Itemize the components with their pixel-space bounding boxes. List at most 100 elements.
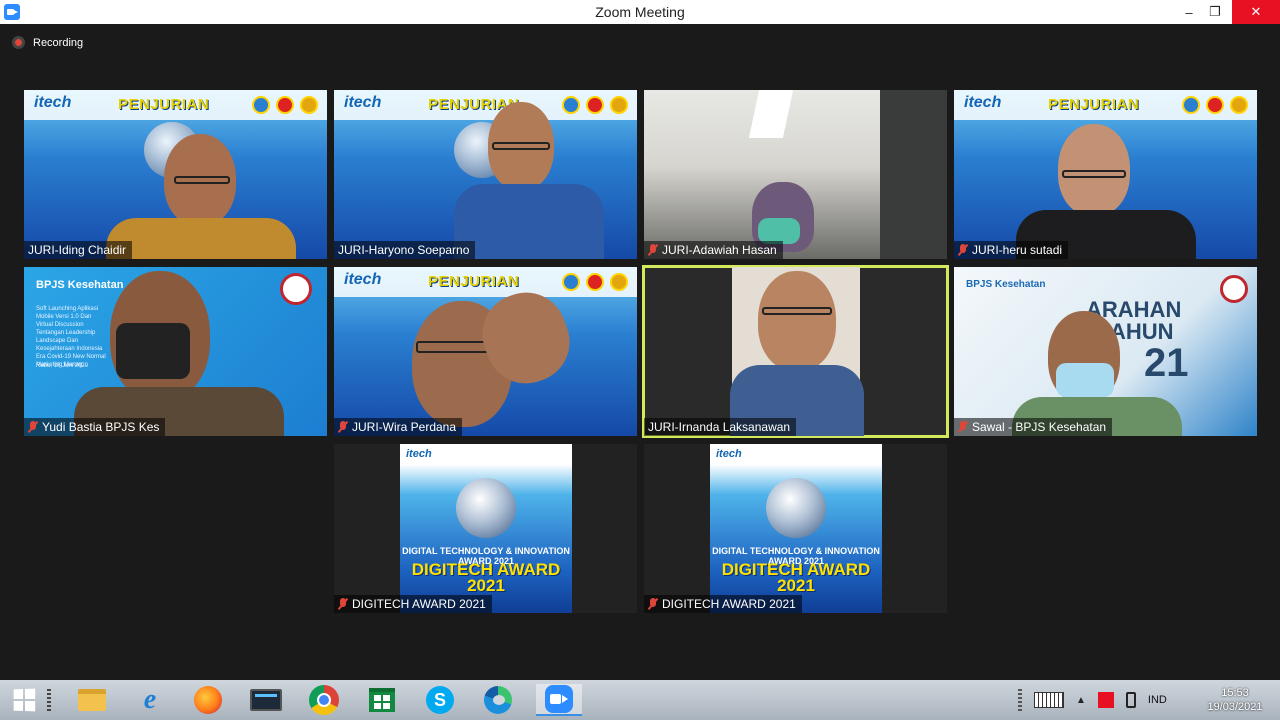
participant-name-tag: JURI-heru sutadi bbox=[954, 241, 1069, 259]
taskbar-clock[interactable]: 15:53 19/03/2021 bbox=[1200, 686, 1270, 714]
skype-icon[interactable]: S bbox=[420, 684, 460, 716]
video-tile[interactable]: BPJS Kesehatan Soft Launching Aplikasi M… bbox=[24, 267, 327, 436]
award-poster: itech DIGITAL TECHNOLOGY & INNOVATION AW… bbox=[710, 444, 882, 613]
muted-mic-icon bbox=[648, 244, 658, 256]
firefox-icon[interactable] bbox=[188, 684, 228, 716]
participant-name-tag: JURI-Iding Chaidir bbox=[24, 241, 133, 259]
internet-explorer-icon[interactable]: e bbox=[130, 684, 170, 716]
participant-clothing bbox=[106, 218, 296, 259]
zoom-icon[interactable] bbox=[536, 684, 582, 716]
active-speaker-tile[interactable]: JURI-Irnanda Laksanawan bbox=[642, 265, 949, 438]
participant-name-tag: JURI-Adawiah Hasan bbox=[644, 241, 783, 259]
participant-clothing bbox=[454, 184, 604, 259]
award-title: DIGITECH AWARD 2021 bbox=[721, 560, 871, 595]
award-poster: itech DIGITAL TECHNOLOGY & INNOVATION AW… bbox=[400, 444, 572, 613]
participant-name: JURI-Haryono Soeparno bbox=[338, 243, 470, 257]
video-tile[interactable]: BPJS Kesehatan ARAHAN AHUN 21 Sawal - BP… bbox=[954, 267, 1257, 436]
sponsor-logo-icon bbox=[586, 96, 604, 114]
video-tile[interactable]: JURI-Adawiah Hasan bbox=[644, 90, 947, 259]
participant-name-tag: JURI-Wira Perdana bbox=[334, 418, 463, 436]
battery-icon[interactable] bbox=[1125, 692, 1136, 708]
participant-name-tag: JURI-Irnanda Laksanawan bbox=[644, 418, 797, 436]
window-title-bar: Zoom Meeting – ❐ ✕ bbox=[0, 0, 1280, 24]
video-tile[interactable]: itech PENJURIAN JURI-Haryono Soeparno bbox=[334, 90, 637, 259]
sponsor-logo-icon bbox=[1230, 96, 1248, 114]
participant-name-tag: Yudi Bastia BPJS Kes bbox=[24, 418, 166, 436]
recording-label: Recording bbox=[33, 36, 84, 49]
participant-name-tag: DIGITECH AWARD 2021 bbox=[334, 595, 492, 613]
flash-app-icon[interactable] bbox=[1097, 692, 1114, 708]
muted-mic-icon bbox=[958, 421, 968, 433]
globe-graphic bbox=[766, 478, 826, 538]
video-tile[interactable]: itech DIGITAL TECHNOLOGY & INNOVATION AW… bbox=[644, 444, 947, 613]
sponsor-logo-icon bbox=[562, 96, 580, 114]
window-frame bbox=[880, 90, 947, 259]
bpjs-logo: BPJS Kesehatan bbox=[36, 279, 124, 291]
sponsor-logo-icon bbox=[586, 273, 604, 291]
slide-date: Rabu, 10 Juni 2020 bbox=[36, 363, 89, 369]
muted-mic-icon bbox=[28, 421, 38, 433]
task-view-icon[interactable] bbox=[42, 684, 56, 716]
tray-grip-icon bbox=[1018, 689, 1022, 711]
video-tile[interactable]: itech PENJURIAN JURI-Iding Chaidir bbox=[24, 90, 327, 259]
participant-name-tag: DIGITECH AWARD 2021 bbox=[644, 595, 802, 613]
bpjs-logo: BPJS Kesehatan bbox=[966, 279, 1046, 290]
face-mask bbox=[116, 323, 190, 379]
participant-name: DIGITECH AWARD 2021 bbox=[662, 597, 796, 611]
keyboard-icon[interactable] bbox=[1034, 692, 1064, 708]
face-mask bbox=[1056, 363, 1114, 397]
participant-name: DIGITECH AWARD 2021 bbox=[352, 597, 486, 611]
start-button[interactable] bbox=[4, 684, 44, 716]
language-indicator[interactable]: IND bbox=[1148, 694, 1167, 706]
muted-mic-icon bbox=[648, 598, 658, 610]
sponsor-logo-icon bbox=[1206, 96, 1224, 114]
video-tile[interactable]: itech PENJURIAN JURI-Wira Perdana bbox=[334, 267, 637, 436]
itech-logo: itech bbox=[344, 94, 382, 111]
sponsor-logo-icon bbox=[300, 96, 318, 114]
monitor-app-icon[interactable] bbox=[246, 684, 286, 716]
video-tile[interactable]: itech PENJURIAN JURI-heru sutadi bbox=[954, 90, 1257, 259]
globe-graphic bbox=[456, 478, 516, 538]
edge-icon[interactable] bbox=[478, 684, 518, 716]
recording-indicator[interactable]: Recording bbox=[12, 36, 83, 49]
sponsor-logo-icon bbox=[1182, 96, 1200, 114]
award-title: DIGITECH AWARD 2021 bbox=[411, 560, 561, 595]
participant-name: Yudi Bastia BPJS Kes bbox=[42, 420, 160, 434]
file-explorer-icon[interactable] bbox=[72, 684, 112, 716]
sponsor-logo-icon bbox=[610, 273, 628, 291]
participant-name-tag: Sawal - BPJS Kesehatan bbox=[954, 418, 1113, 436]
system-tray: ▲ IND bbox=[1018, 680, 1167, 720]
close-button[interactable]: ✕ bbox=[1232, 0, 1280, 24]
clock-date: 19/03/2021 bbox=[1207, 701, 1263, 713]
participant-name: JURI-Wira Perdana bbox=[352, 420, 457, 434]
poster-title: PENJURIAN bbox=[118, 96, 210, 113]
emblem-icon bbox=[280, 273, 312, 305]
itech-logo: itech bbox=[34, 94, 72, 111]
glasses bbox=[174, 176, 230, 184]
poster-title: PENJURIAN bbox=[1048, 96, 1140, 113]
maximize-button[interactable]: ❐ bbox=[1198, 0, 1232, 24]
itech-logo: itech bbox=[344, 271, 382, 288]
participant-name: JURI-Irnanda Laksanawan bbox=[648, 420, 791, 434]
muted-mic-icon bbox=[338, 598, 348, 610]
windows-taskbar: e S ▲ IND 15:53 19/03/2021 bbox=[0, 680, 1280, 720]
itech-logo: itech bbox=[406, 448, 432, 460]
video-tile[interactable]: itech DIGITAL TECHNOLOGY & INNOVATION AW… bbox=[334, 444, 637, 613]
participant-name: Sawal - BPJS Kesehatan bbox=[972, 420, 1107, 434]
chrome-icon[interactable] bbox=[304, 684, 344, 716]
clock-time: 15:53 bbox=[1221, 687, 1249, 699]
participant-name: JURI-Adawiah Hasan bbox=[662, 243, 777, 257]
participant-name: JURI-heru sutadi bbox=[972, 243, 1063, 257]
show-hidden-icons-icon[interactable]: ▲ bbox=[1076, 695, 1086, 706]
itech-logo: itech bbox=[964, 94, 1002, 111]
sponsor-logo-icon bbox=[252, 96, 270, 114]
sponsor-logo-icon bbox=[276, 96, 294, 114]
ceiling-light bbox=[748, 90, 794, 138]
glasses bbox=[1062, 170, 1126, 178]
window-title: Zoom Meeting bbox=[595, 4, 685, 20]
start-icon bbox=[13, 688, 36, 712]
muted-mic-icon bbox=[338, 421, 348, 433]
store-icon[interactable] bbox=[362, 684, 402, 716]
sponsor-logo-icon bbox=[562, 273, 580, 291]
glasses bbox=[762, 307, 832, 315]
